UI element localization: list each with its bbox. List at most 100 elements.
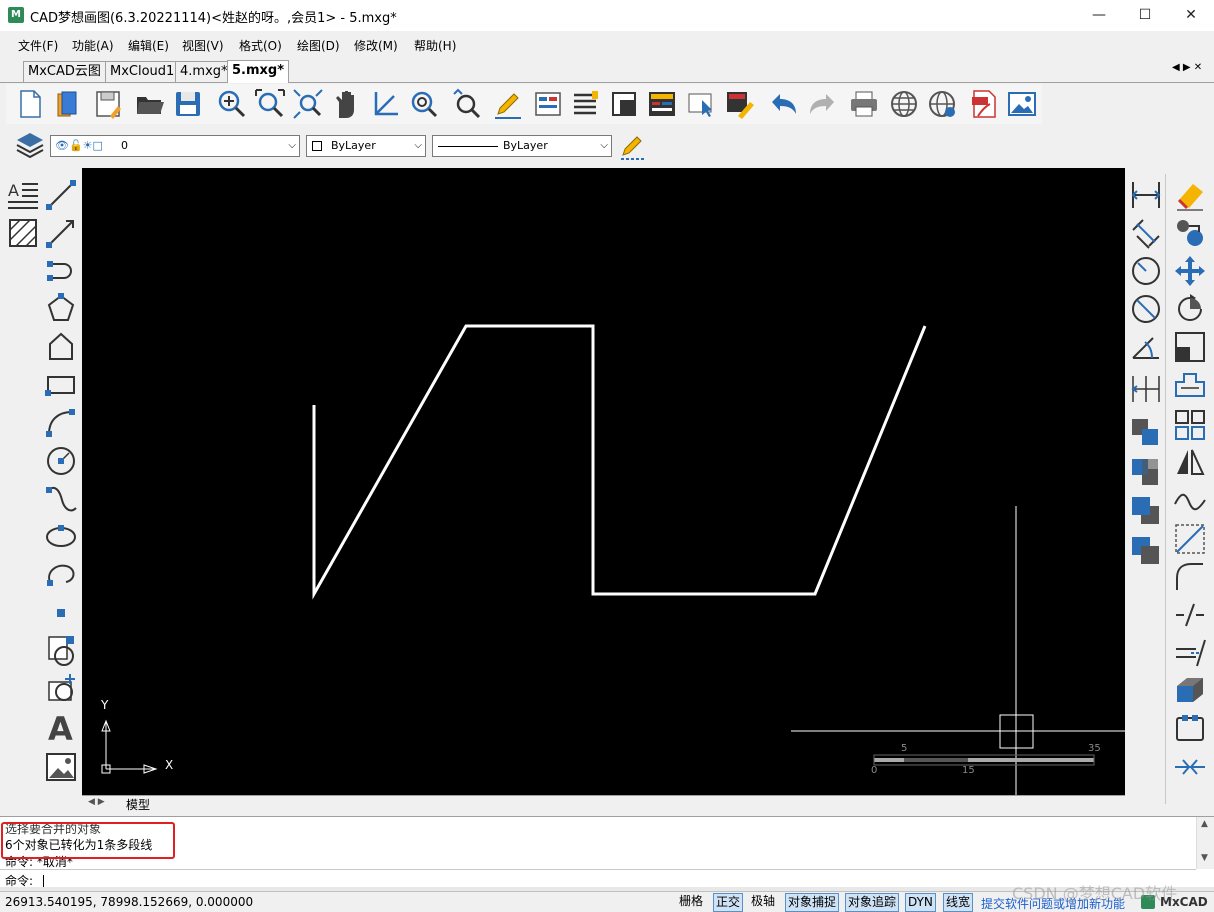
new-file-icon[interactable]	[14, 88, 46, 120]
command-scrollbar[interactable]: ▲ ▼	[1196, 817, 1214, 869]
zoom-previous-icon[interactable]	[408, 88, 440, 120]
rotate-icon[interactable]	[1173, 292, 1207, 326]
chamfer-icon[interactable]	[1173, 522, 1207, 556]
send-under-icon[interactable]	[1129, 534, 1163, 568]
web-globe-icon[interactable]	[926, 88, 958, 120]
ellipse-icon[interactable]	[44, 520, 78, 554]
scale-icon[interactable]	[1173, 330, 1207, 364]
menu-help[interactable]: 帮助(H)	[414, 37, 456, 54]
zoom-extents-icon[interactable]	[292, 88, 324, 120]
dyn-toggle[interactable]: DYN	[905, 893, 936, 912]
polar-toggle[interactable]: 极轴	[749, 893, 777, 910]
layout-nav-arrows[interactable]: ◀ ▶	[88, 797, 105, 807]
match-properties-icon[interactable]	[724, 88, 756, 120]
ucs-icon[interactable]	[370, 88, 402, 120]
explode-icon[interactable]	[1173, 712, 1207, 746]
layers-icon[interactable]	[14, 129, 46, 161]
break-icon[interactable]	[1173, 598, 1207, 632]
diameter-dimension-icon[interactable]	[1129, 292, 1163, 326]
menu-format[interactable]: 格式(O)	[239, 37, 282, 54]
linear-dimension-icon[interactable]	[1129, 178, 1163, 212]
save-file-icon[interactable]	[92, 88, 124, 120]
open-folder-icon[interactable]	[134, 88, 166, 120]
zoom-window-icon[interactable]	[254, 88, 286, 120]
insert-block-icon[interactable]	[44, 634, 78, 668]
chevron-down-icon[interactable]: ▼	[1201, 853, 1208, 863]
zoom-realtime-icon[interactable]	[216, 88, 248, 120]
pdf-export-icon[interactable]	[968, 88, 1000, 120]
menu-draw[interactable]: 绘图(D)	[297, 37, 340, 54]
erase-icon[interactable]	[1173, 178, 1207, 212]
polyline-segment-1[interactable]	[312, 324, 927, 600]
block-icon[interactable]	[608, 88, 640, 120]
stretch-icon[interactable]	[1173, 368, 1207, 402]
fillet-icon[interactable]	[1173, 560, 1207, 594]
mirror-icon[interactable]	[1173, 446, 1207, 480]
close-button[interactable]: ✕	[1168, 0, 1214, 31]
polygon-icon[interactable]	[44, 292, 78, 326]
make-block-icon[interactable]	[44, 672, 78, 706]
pentagon-icon[interactable]	[44, 330, 78, 364]
tab-5-mxg[interactable]: 5.mxg*	[227, 60, 290, 83]
menu-file[interactable]: 文件(F)	[18, 37, 58, 54]
tab-mxcloud1[interactable]: MxCloud1	[105, 61, 180, 82]
linetype-combo[interactable]: ByLayer ⌵	[432, 135, 612, 157]
text-style-icon[interactable]	[646, 88, 678, 120]
insert-image-icon[interactable]	[44, 750, 78, 784]
hatch-icon[interactable]	[6, 216, 40, 250]
menu-modify[interactable]: 修改(M)	[354, 37, 398, 54]
bring-above-icon[interactable]	[1129, 494, 1163, 528]
maximize-button[interactable]: ☐	[1122, 0, 1168, 31]
array-icon[interactable]	[1173, 408, 1207, 442]
tab-model[interactable]: 模型	[126, 796, 150, 813]
point-icon[interactable]	[44, 596, 78, 630]
pan-hand-icon[interactable]	[330, 88, 362, 120]
ellipse-arc-icon[interactable]	[44, 558, 78, 592]
line-icon[interactable]	[44, 178, 78, 212]
pencil-icon[interactable]	[618, 129, 648, 161]
aligned-dimension-icon[interactable]	[1129, 216, 1163, 250]
angular-dimension-icon[interactable]	[1129, 330, 1163, 364]
text-icon[interactable]: A	[44, 710, 78, 744]
bring-to-front-icon[interactable]	[1129, 416, 1163, 450]
drawing-canvas[interactable]: X Y 5 35 0 15	[82, 168, 1125, 795]
join-icon[interactable]	[1173, 750, 1207, 784]
polyline-icon[interactable]	[44, 254, 78, 288]
extend-icon[interactable]	[1173, 636, 1207, 670]
regen-icon[interactable]	[452, 88, 484, 120]
tab-4-mxg[interactable]: 4.mxg*	[175, 61, 233, 82]
menu-edit[interactable]: 编辑(E)	[128, 37, 169, 54]
tab-mxcad-cloud[interactable]: MxCAD云图	[23, 61, 106, 82]
radius-dimension-icon[interactable]	[1129, 254, 1163, 288]
redo-icon[interactable]	[806, 88, 838, 120]
ray-icon[interactable]	[44, 216, 78, 250]
rectangle-icon[interactable]	[44, 368, 78, 402]
lineweight-toggle[interactable]: 线宽	[943, 893, 974, 912]
open-template-icon[interactable]	[52, 88, 84, 120]
tab-nav-controls[interactable]: ◀ ▶ ✕	[1172, 62, 1202, 73]
arc-icon[interactable]	[44, 406, 78, 440]
select-icon[interactable]	[686, 88, 718, 120]
grid-toggle[interactable]: 栅格	[677, 893, 705, 910]
osnap-toggle[interactable]: 对象捕捉	[785, 893, 840, 912]
otrack-toggle[interactable]: 对象追踪	[845, 893, 900, 912]
3d-box-icon[interactable]	[1173, 674, 1207, 708]
layer-list-icon[interactable]	[570, 88, 602, 120]
print-icon[interactable]	[848, 88, 880, 120]
menu-view[interactable]: 视图(V)	[182, 37, 224, 54]
undo-icon[interactable]	[768, 88, 800, 120]
multiline-text-icon[interactable]: A	[6, 178, 40, 212]
chevron-up-icon[interactable]: ▲	[1201, 819, 1208, 829]
spline-icon[interactable]	[44, 482, 78, 516]
properties-icon[interactable]	[532, 88, 564, 120]
menu-function[interactable]: 功能(A)	[72, 37, 114, 54]
layer-combo[interactable]: 👁🔓☀□ 0 ⌵	[50, 135, 300, 157]
pencil-icon[interactable]	[492, 88, 524, 120]
circle-icon[interactable]	[44, 444, 78, 478]
continue-dimension-icon[interactable]	[1129, 372, 1163, 406]
image-export-icon[interactable]	[1006, 88, 1038, 120]
copy-icon[interactable]	[1173, 216, 1207, 250]
send-to-back-icon[interactable]	[1129, 456, 1163, 490]
color-combo[interactable]: ByLayer ⌵	[306, 135, 426, 157]
move-icon[interactable]	[1173, 254, 1207, 288]
